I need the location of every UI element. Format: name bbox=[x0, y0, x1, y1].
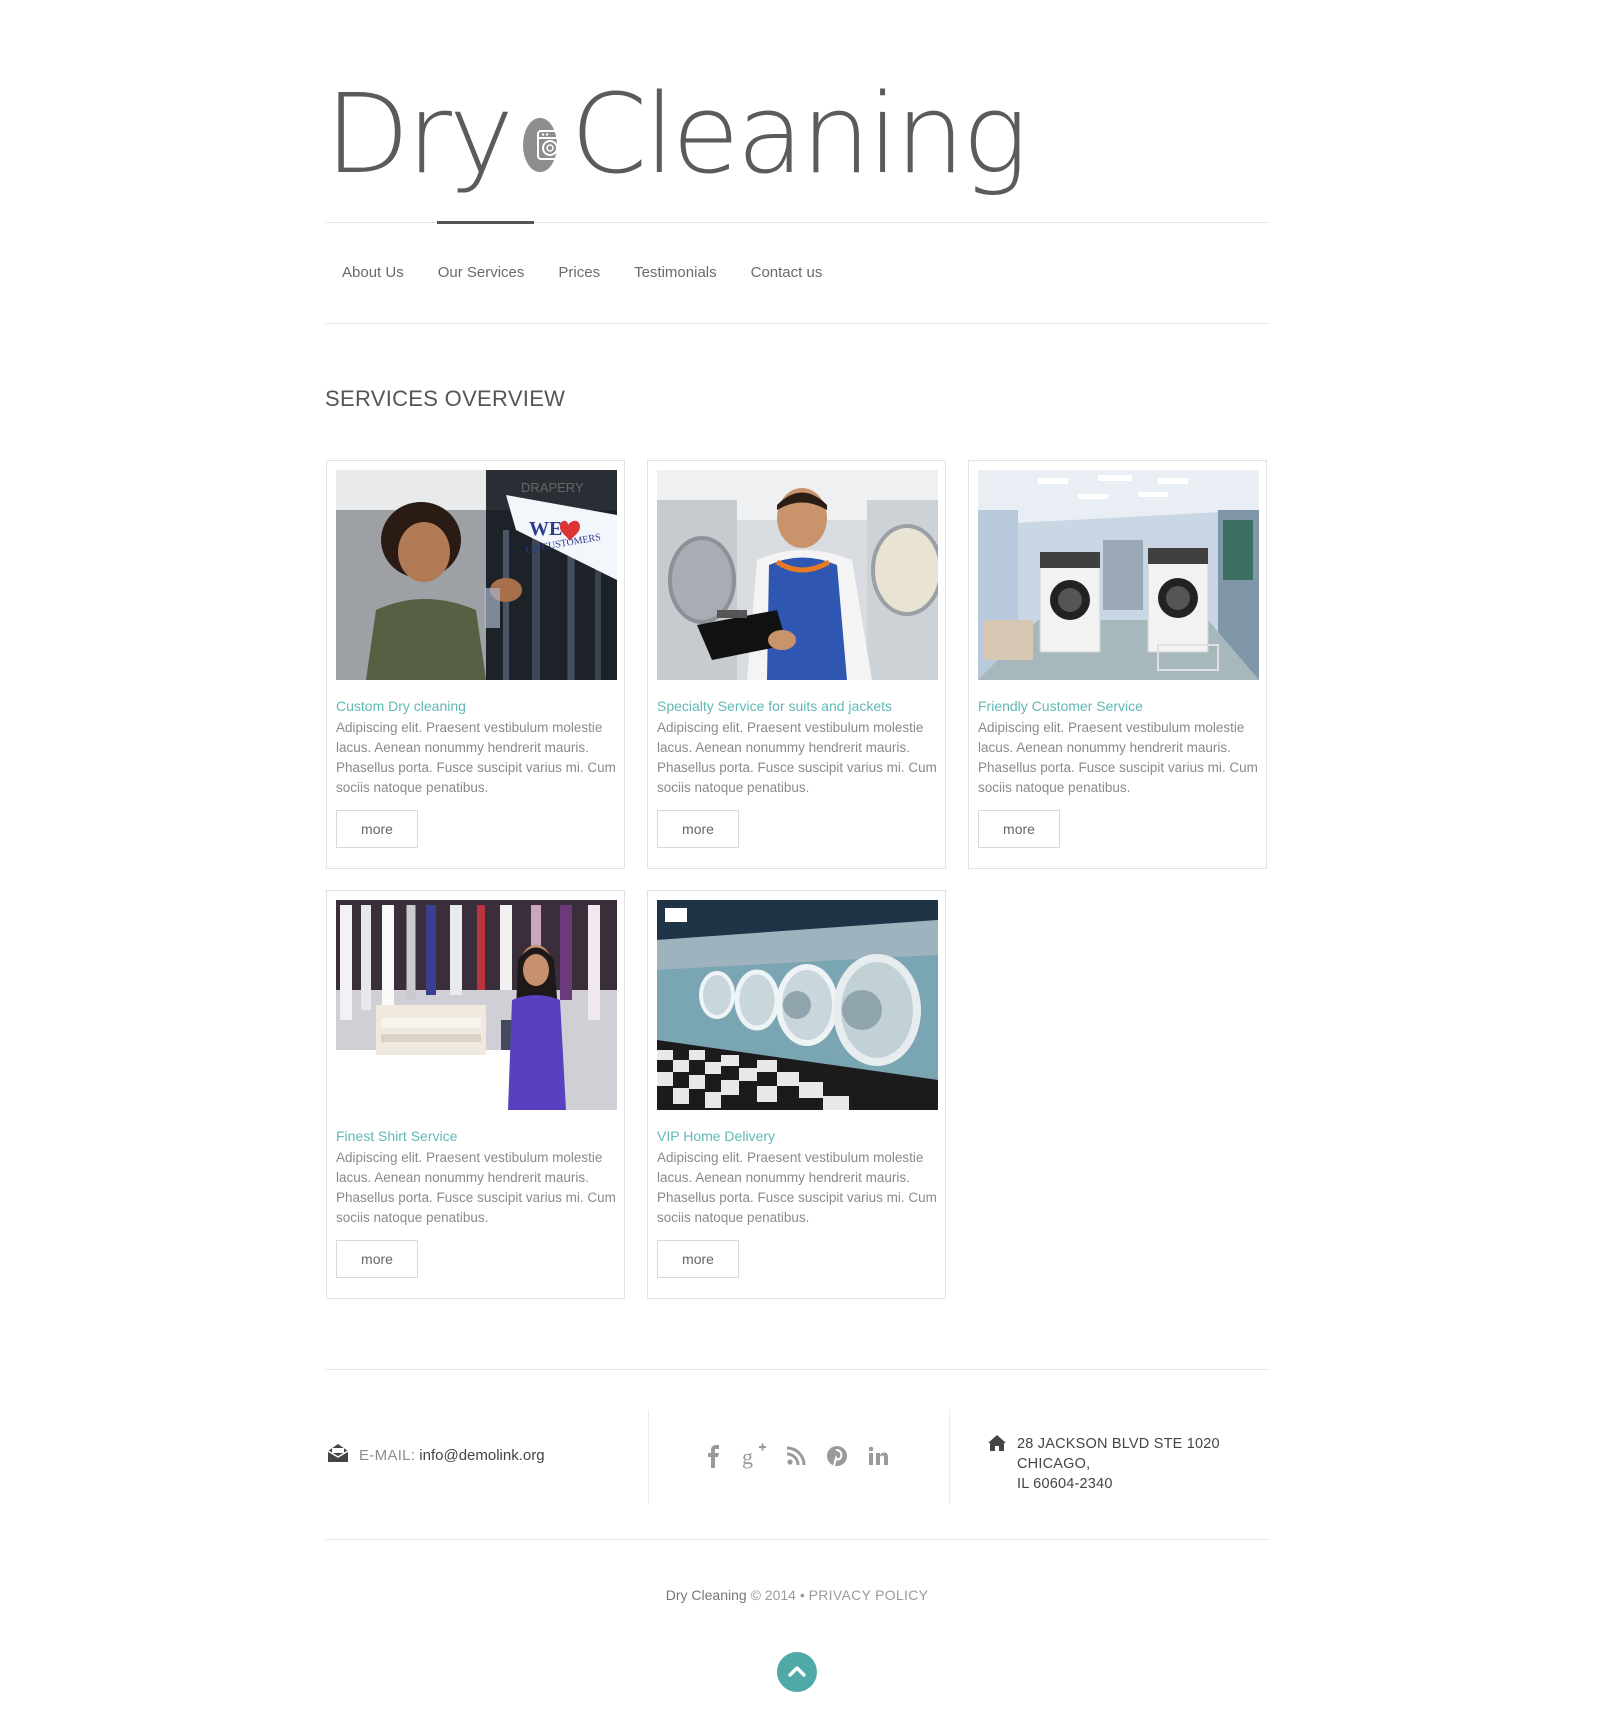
service-description: Adipiscing elit. Praesent vestibulum mol… bbox=[336, 720, 616, 795]
linkedin-icon[interactable] bbox=[863, 1441, 893, 1471]
email-label: E-MAIL: bbox=[359, 1446, 416, 1464]
svg-text:g: g bbox=[742, 1444, 753, 1469]
more-button[interactable]: more bbox=[336, 810, 418, 848]
service-description: Adipiscing elit. Praesent vestibulum mol… bbox=[978, 720, 1258, 795]
footer-column-divider bbox=[648, 1410, 649, 1504]
nav-item-our-services[interactable]: Our Services bbox=[421, 264, 542, 281]
service-card: DRAPERY WE UR CUSTOMERS Custom Dry clean… bbox=[326, 460, 625, 869]
nav-item-contact-us[interactable]: Contact us bbox=[734, 264, 840, 281]
service-image-customer-service bbox=[978, 470, 1259, 680]
logo-word-dry: Dry bbox=[325, 70, 514, 198]
google-plus-icon[interactable]: g bbox=[740, 1441, 770, 1471]
service-image-suits-jackets bbox=[657, 470, 938, 680]
address-line-2: IL 60604-2340 bbox=[1017, 1476, 1113, 1492]
svg-text:DRAPERY: DRAPERY bbox=[521, 480, 584, 495]
nav-divider-bottom bbox=[325, 323, 1269, 324]
service-description: Adipiscing elit. Praesent vestibulum mol… bbox=[657, 1150, 937, 1225]
washing-machine-icon bbox=[523, 118, 564, 172]
address-text: 28 JACKSON BLVD STE 1020 CHICAGO, IL 606… bbox=[1017, 1434, 1277, 1494]
envelope-icon bbox=[327, 1443, 349, 1467]
nav-item-about-us[interactable]: About Us bbox=[325, 264, 421, 281]
main-nav: About Us Our Services Prices Testimonial… bbox=[325, 250, 1269, 294]
nav-item-testimonials[interactable]: Testimonials bbox=[617, 264, 734, 281]
footer-divider-bottom bbox=[325, 1539, 1269, 1540]
home-icon bbox=[987, 1434, 1007, 1457]
nav-item-prices[interactable]: Prices bbox=[541, 264, 617, 281]
address-line-1: 28 JACKSON BLVD STE 1020 CHICAGO, bbox=[1017, 1436, 1220, 1472]
section-title: SERVICES OVERVIEW bbox=[325, 386, 566, 411]
footer-column-divider bbox=[949, 1410, 950, 1504]
service-card: Specialty Service for suits and jackets … bbox=[647, 460, 946, 869]
service-title-link[interactable]: Specialty Service for suits and jackets bbox=[657, 698, 942, 714]
service-title-link[interactable]: Custom Dry cleaning bbox=[336, 698, 621, 714]
service-image-shirt-service bbox=[336, 900, 617, 1110]
chevron-up-icon bbox=[788, 1666, 806, 1677]
pinterest-icon[interactable] bbox=[822, 1441, 852, 1471]
nav-active-indicator bbox=[437, 221, 534, 224]
more-button[interactable]: more bbox=[657, 810, 739, 848]
rss-icon[interactable] bbox=[781, 1441, 811, 1471]
back-to-top-button[interactable] bbox=[777, 1652, 817, 1692]
service-card: VIP Home Delivery Adipiscing elit. Praes… bbox=[647, 890, 946, 1299]
copyright-separator: • bbox=[799, 1587, 805, 1603]
copyright: Dry Cleaning © 2014 • PRIVACY POLICY bbox=[325, 1587, 1269, 1603]
service-title-link[interactable]: VIP Home Delivery bbox=[657, 1128, 942, 1144]
service-description: Adipiscing elit. Praesent vestibulum mol… bbox=[657, 720, 937, 795]
service-title-link[interactable]: Friendly Customer Service bbox=[978, 698, 1263, 714]
service-title-link[interactable]: Finest Shirt Service bbox=[336, 1128, 621, 1144]
more-button[interactable]: more bbox=[657, 1240, 739, 1278]
footer-email: E-MAIL: info@demolink.org bbox=[327, 1442, 545, 1468]
site-logo[interactable]: Dry Cleaning bbox=[325, 64, 1028, 204]
service-image-custom-dry-cleaning: DRAPERY WE UR CUSTOMERS bbox=[336, 470, 617, 680]
service-card: Finest Shirt Service Adipiscing elit. Pr… bbox=[326, 890, 625, 1299]
more-button[interactable]: more bbox=[336, 1240, 418, 1278]
social-links: g bbox=[699, 1441, 904, 1471]
svg-text:WE: WE bbox=[529, 518, 562, 540]
footer-address: 28 JACKSON BLVD STE 1020 CHICAGO, IL 606… bbox=[987, 1434, 1277, 1494]
email-link[interactable]: info@demolink.org bbox=[419, 1447, 544, 1464]
facebook-icon[interactable] bbox=[699, 1441, 729, 1471]
footer-divider-top bbox=[325, 1369, 1269, 1370]
copyright-year: © 2014 bbox=[750, 1587, 796, 1603]
service-description: Adipiscing elit. Praesent vestibulum mol… bbox=[336, 1150, 616, 1225]
more-button[interactable]: more bbox=[978, 810, 1060, 848]
logo-word-cleaning: Cleaning bbox=[570, 70, 1028, 198]
privacy-policy-link[interactable]: PRIVACY POLICY bbox=[809, 1587, 929, 1603]
copyright-brand: Dry Cleaning bbox=[665, 1587, 747, 1603]
service-image-vip-delivery bbox=[657, 900, 938, 1110]
service-card: Friendly Customer Service Adipiscing eli… bbox=[968, 460, 1267, 869]
